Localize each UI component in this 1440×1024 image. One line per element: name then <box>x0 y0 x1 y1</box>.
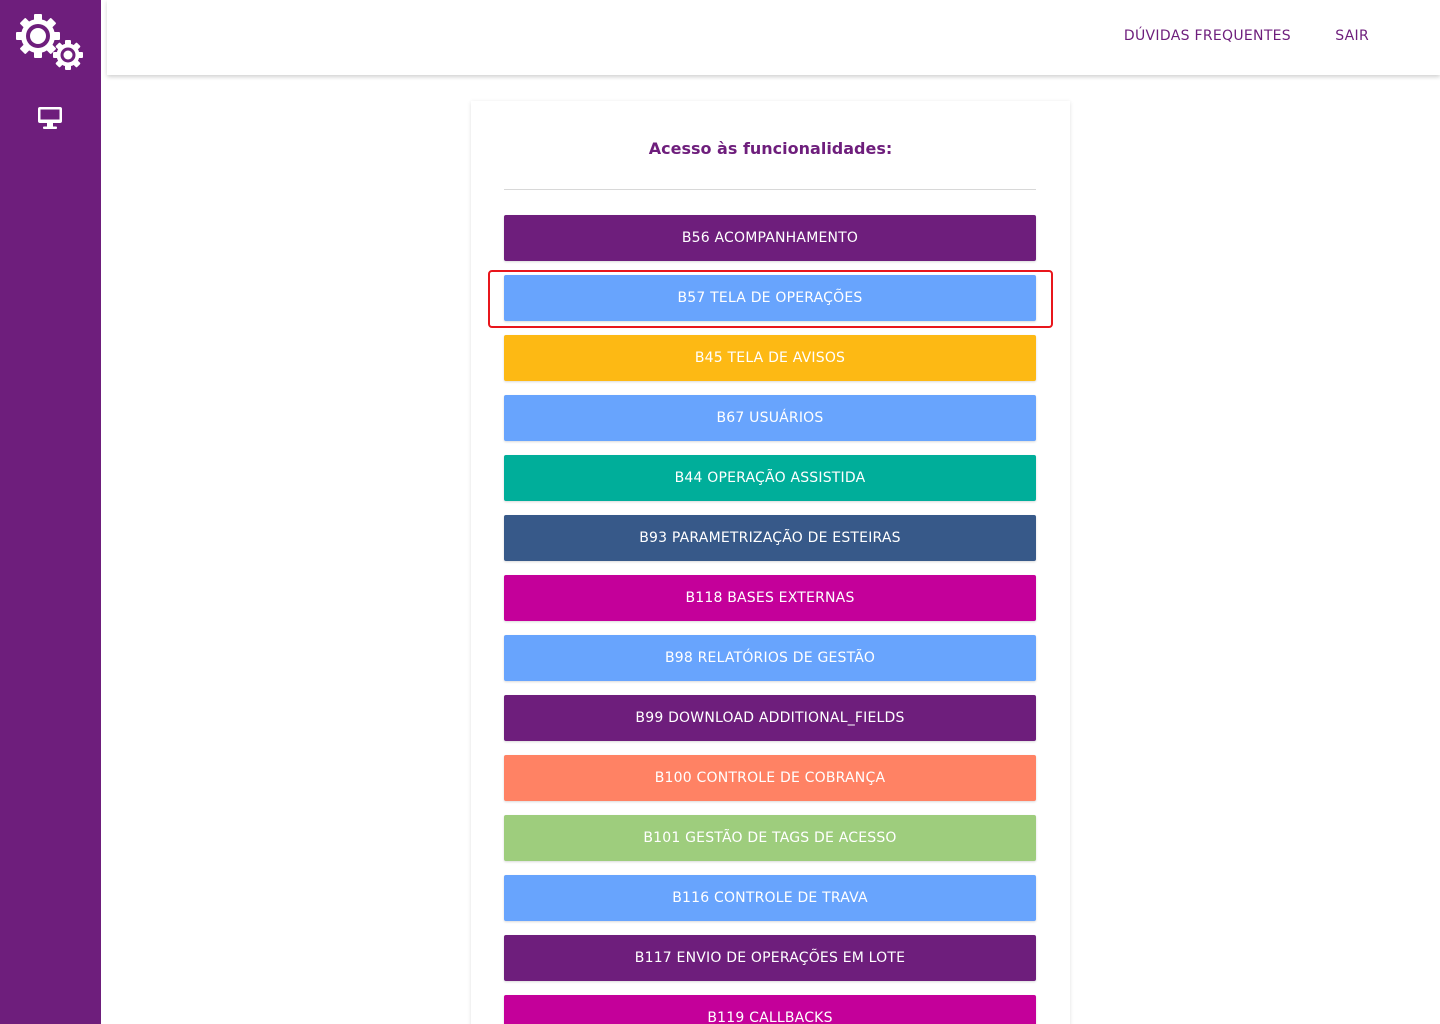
feature-button-b101[interactable]: B101 GESTÃO DE TAGS DE ACESSO <box>504 815 1036 861</box>
feature-button-b56[interactable]: B56 ACOMPANHAMENTO <box>504 215 1036 261</box>
desktop-icon <box>37 106 63 134</box>
title-divider <box>504 189 1036 190</box>
feature-button-b93[interactable]: B93 PARAMETRIZAÇÃO DE ESTEIRAS <box>504 515 1036 561</box>
feature-button-b67[interactable]: B67 USUÁRIOS <box>504 395 1036 441</box>
feature-button-b44[interactable]: B44 OPERAÇÃO ASSISTIDA <box>504 455 1036 501</box>
feature-button-b117[interactable]: B117 ENVIO DE OPERAÇÕES EM LOTE <box>504 935 1036 981</box>
gears-icon <box>14 12 86 74</box>
sidebar <box>0 0 101 1024</box>
feature-button-b57[interactable]: B57 TELA DE OPERAÇÕES <box>504 275 1036 321</box>
feature-button-b118[interactable]: B118 BASES EXTERNAS <box>504 575 1036 621</box>
faq-link[interactable]: DÚVIDAS FREQUENTES <box>1124 28 1291 44</box>
feature-button-list: B56 ACOMPANHAMENTO B57 TELA DE OPERAÇÕES… <box>504 215 1036 1024</box>
feature-button-b45[interactable]: B45 TELA DE AVISOS <box>504 335 1036 381</box>
top-bar: DÚVIDAS FREQUENTES SAIR <box>107 0 1440 75</box>
logout-link[interactable]: SAIR <box>1335 28 1369 44</box>
features-card: Acesso às funcionalidades: B56 ACOMPANHA… <box>471 101 1070 1024</box>
feature-button-b99[interactable]: B99 DOWNLOAD ADDITIONAL_FIELDS <box>504 695 1036 741</box>
features-title: Acesso às funcionalidades: <box>648 139 893 158</box>
feature-button-b116[interactable]: B116 CONTROLE DE TRAVA <box>504 875 1036 921</box>
sidebar-item-desktop[interactable] <box>35 106 65 134</box>
feature-button-b98[interactable]: B98 RELATÓRIOS DE GESTÃO <box>504 635 1036 681</box>
feature-button-b100[interactable]: B100 CONTROLE DE COBRANÇA <box>504 755 1036 801</box>
feature-button-b119[interactable]: B119 CALLBACKS <box>504 995 1036 1024</box>
